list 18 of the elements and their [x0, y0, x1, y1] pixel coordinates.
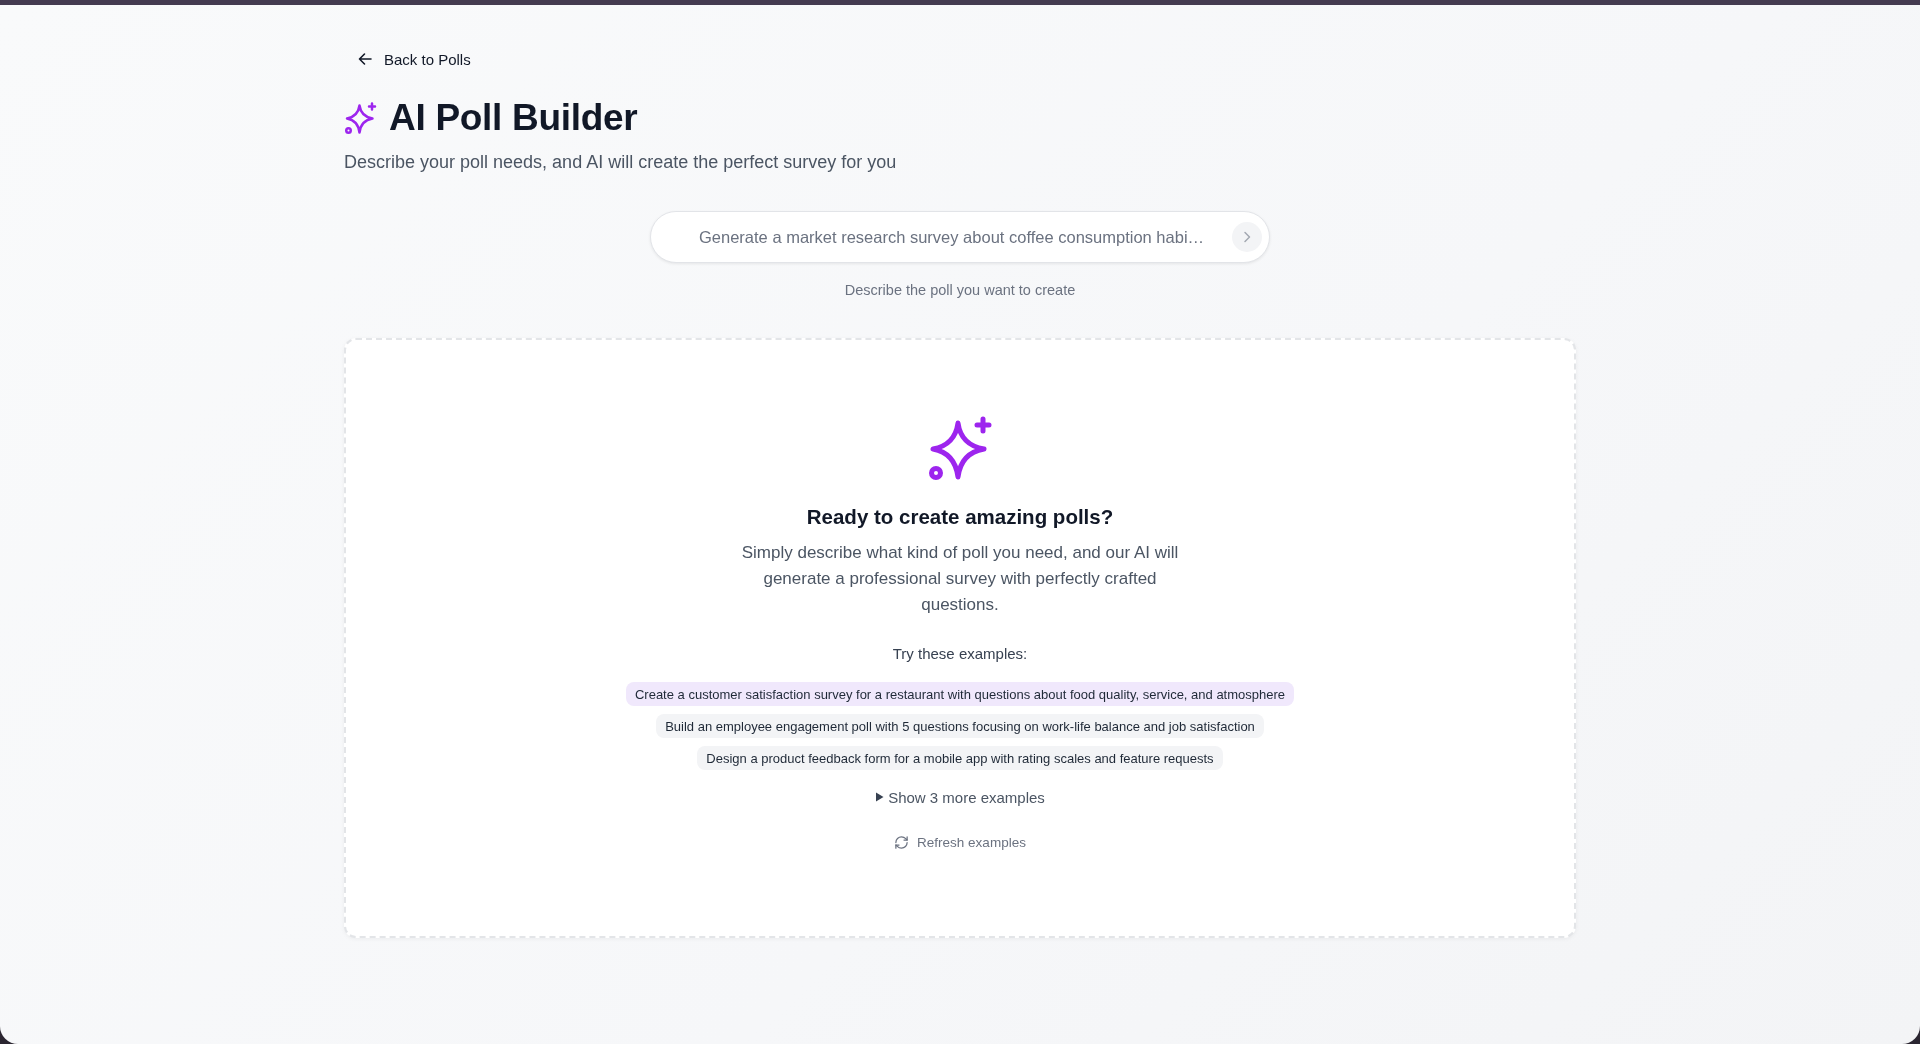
sparkles-icon [344, 101, 377, 135]
page-title: AI Poll Builder [389, 97, 638, 139]
sparkles-icon [927, 416, 993, 482]
chevron-right-icon [1243, 231, 1251, 243]
show-more-toggle[interactable]: Show 3 more examples [873, 786, 1047, 808]
example-chip[interactable]: Design a product feedback form for a mobile app with rating scales and feature requests [697, 746, 1223, 770]
back-link[interactable]: Back to Polls [344, 47, 475, 71]
empty-state-description: Simply describe what kind of poll you need, and our AI will generate a professional survey with perfectly crafted questions. [740, 542, 1180, 616]
refresh-button[interactable]: Refresh examples [892, 832, 1028, 852]
page-subtitle: Describe your poll needs, and AI will create the perfect survey for you [344, 151, 898, 174]
example-chip[interactable]: Build an employee engagement poll with 5 questions focusing on work-life balance and job satisfaction [656, 714, 1264, 738]
refresh-icon [894, 834, 910, 850]
arrow-left-icon [358, 52, 372, 66]
prompt-hint: Describe the poll you want to create [844, 281, 1076, 300]
prompt-input[interactable]: Generate a market research survey about coffee consumption habi… [650, 211, 1270, 263]
empty-state-title: Ready to create amazing polls? [806, 504, 1114, 530]
example-chip[interactable]: Create a customer satisfaction survey for a restaurant with questions about food quality, service, and atmosphere [625, 682, 1295, 706]
examples-label: Try these examples: [892, 644, 1028, 664]
